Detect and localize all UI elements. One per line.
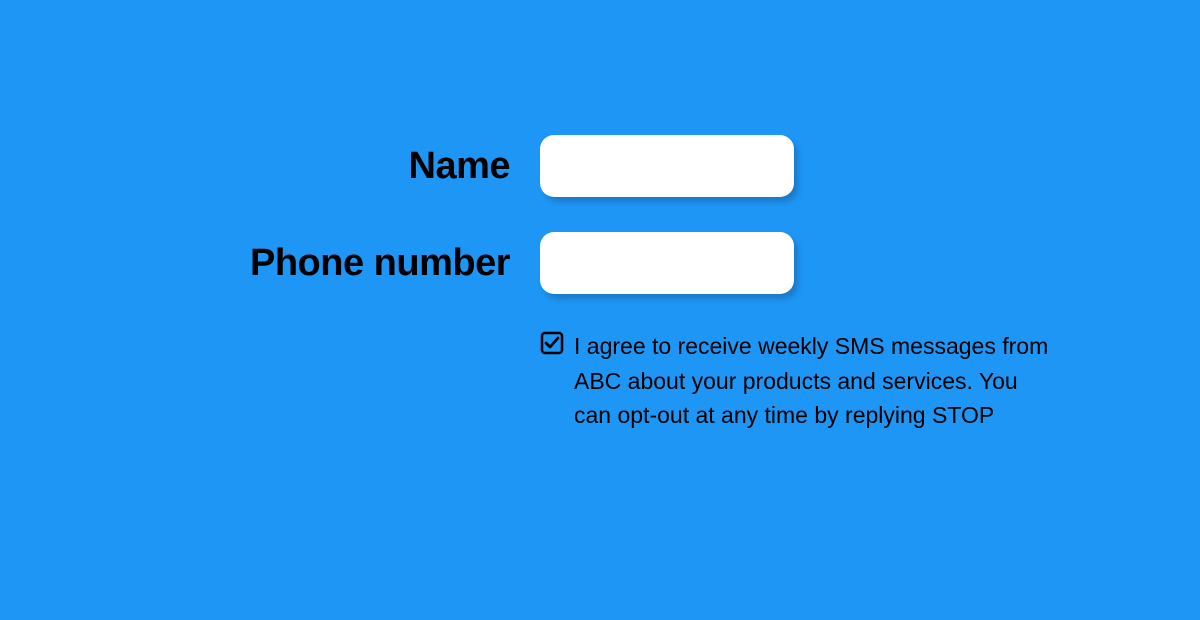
name-label: Name xyxy=(195,145,540,188)
consent-checkbox-wrapper xyxy=(540,331,564,360)
signup-form: Name Phone number I agree to receive wee… xyxy=(195,135,1095,433)
checkbox-checked-icon[interactable] xyxy=(540,331,564,355)
consent-row: I agree to receive weekly SMS messages f… xyxy=(540,329,1095,433)
name-row: Name xyxy=(195,135,1095,197)
name-input[interactable] xyxy=(540,135,794,197)
phone-label: Phone number xyxy=(195,242,540,285)
phone-input[interactable] xyxy=(540,232,794,294)
consent-text: I agree to receive weekly SMS messages f… xyxy=(574,329,1054,433)
phone-row: Phone number xyxy=(195,232,1095,294)
